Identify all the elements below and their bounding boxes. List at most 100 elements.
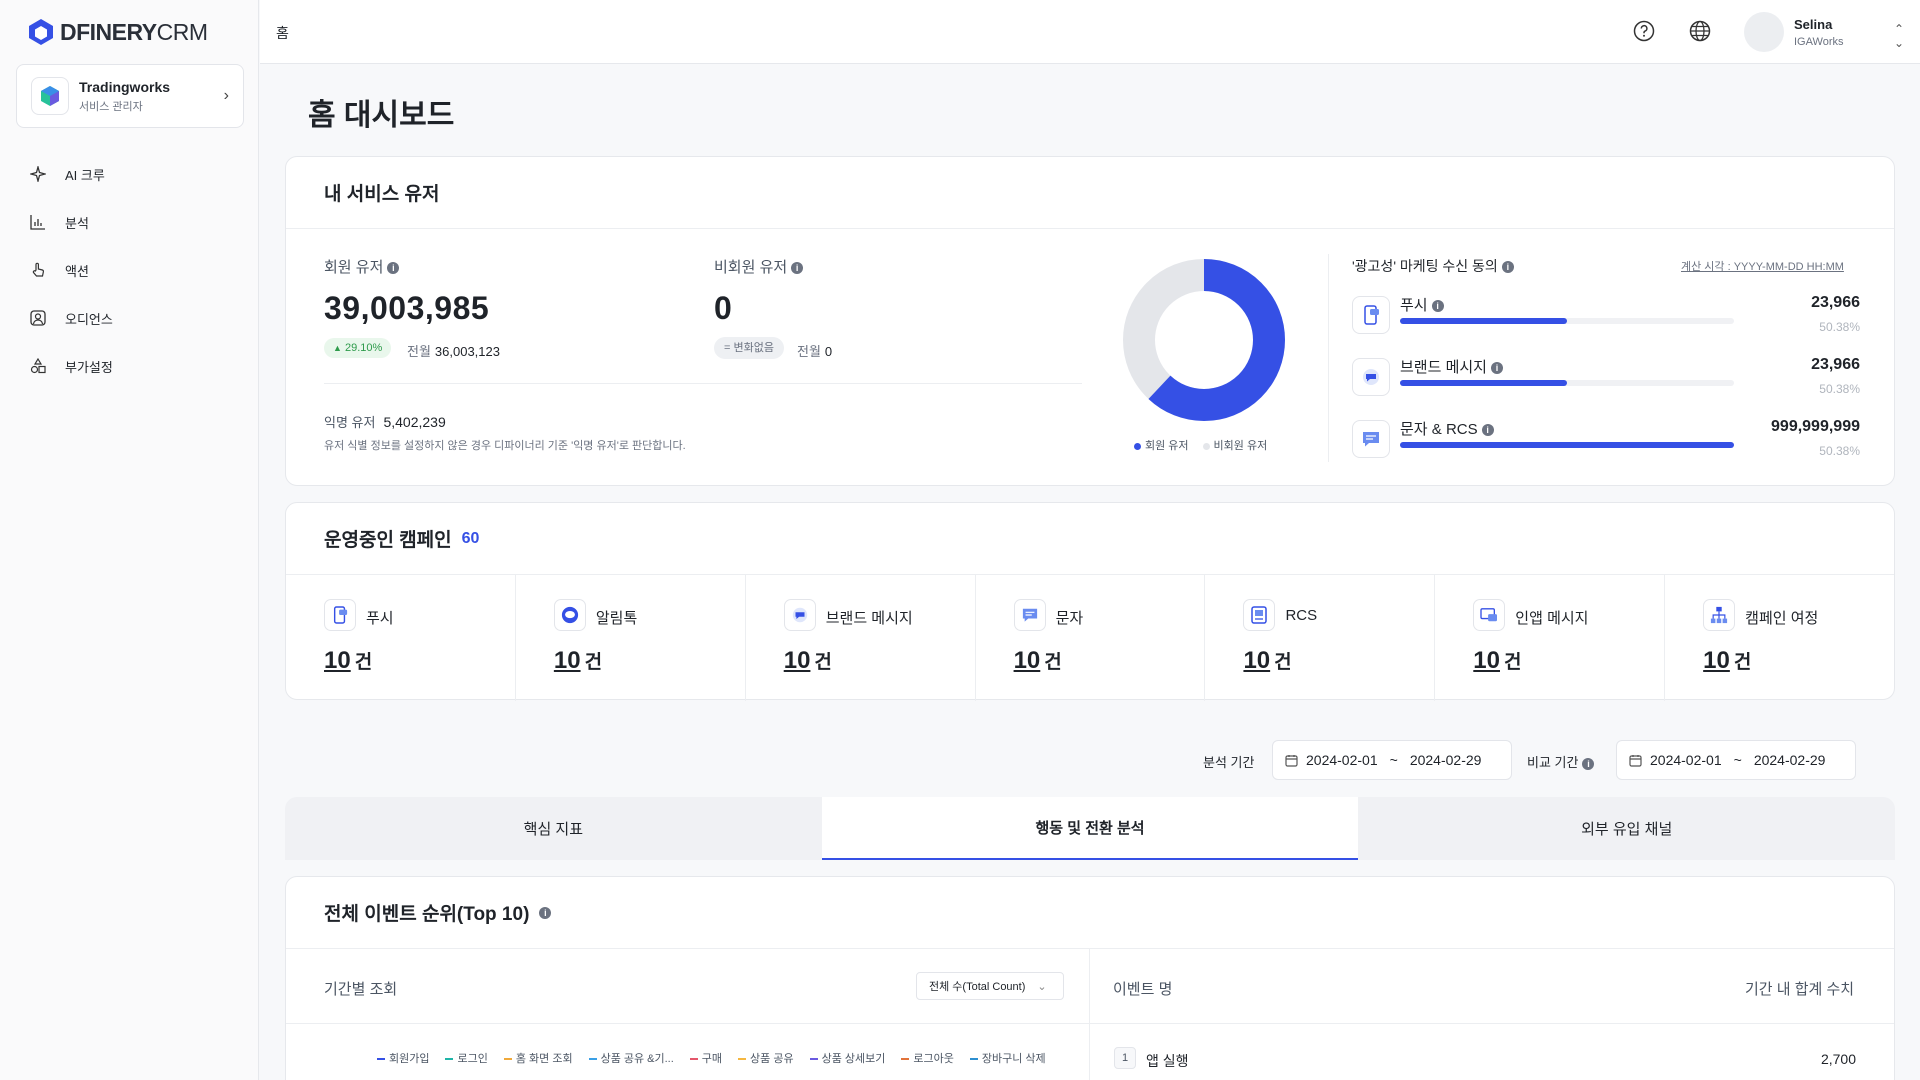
info-icon[interactable]: i [1481, 424, 1494, 437]
campaign-sms[interactable]: 문자 10 건 [976, 575, 1206, 701]
count-type-select[interactable]: 전체 수(Total Count) ⌄ [916, 972, 1064, 1000]
user-menu[interactable]: Selina IGAWorks ⌃ ⌄ [1744, 12, 1904, 52]
anonymous-users: 익명 유저 5,402,239 [324, 414, 446, 430]
donut-legend: 회원 유저 비회원 유저 [1134, 437, 1267, 453]
sparkle-icon [29, 165, 47, 183]
consent-progress-bar [1400, 380, 1734, 386]
globe-icon[interactable] [1689, 20, 1711, 42]
compare-period-picker[interactable]: 2024-02-01 ~2024-02-29 [1616, 740, 1856, 780]
legend-item[interactable]: 회원가입 [377, 1050, 429, 1066]
workspace-logo-icon [31, 77, 69, 115]
campaign-alimtalk[interactable]: 알림톡 10 건 [516, 575, 746, 701]
tab-key-metrics[interactable]: 핵심 지표 [285, 797, 822, 860]
marketing-row-brand-message: 브랜드 메시지 i 23,966 50.38% [1352, 352, 1860, 408]
user-square-icon [29, 309, 47, 327]
campaign-value[interactable]: 10 건 [784, 647, 832, 675]
campaign-journey[interactable]: 캠페인 여정 10 건 [1665, 575, 1894, 701]
legend-nonmember: 비회원 유저 [1202, 437, 1267, 453]
card-title: 운영중인 캠페인 [324, 530, 452, 551]
chevron-down-icon: ⌄ [1037, 980, 1047, 993]
campaign-value[interactable]: 10 건 [1473, 647, 1521, 675]
campaign-name: RCS [1285, 607, 1318, 624]
legend-item[interactable]: 로그아웃 [901, 1050, 954, 1066]
info-icon[interactable]: i [1501, 261, 1514, 274]
campaign-count: 60 [461, 529, 480, 547]
analysis-period-picker[interactable]: 2024-02-01 ~2024-02-29 [1272, 740, 1512, 780]
info-icon[interactable]: i [1431, 300, 1444, 313]
nonmember-users-label: 비회원 유저 i [714, 256, 804, 277]
campaign-name: 알림톡 [595, 610, 638, 627]
breadcrumb[interactable]: 홈 [276, 23, 289, 43]
shapes-icon [29, 357, 47, 375]
workspace-name: Tradingworks [79, 78, 171, 95]
campaign-value[interactable]: 10 건 [1014, 647, 1062, 675]
campaign-in-app-message[interactable]: 인앱 메시지 10 건 [1435, 575, 1666, 701]
brand-message-icon [783, 599, 816, 631]
divider [324, 383, 1082, 384]
legend-item[interactable]: 홈 화면 조회 [503, 1050, 573, 1066]
marketing-row-value: 999,999,999 [1771, 418, 1860, 435]
event-name-column: 이벤트 명 [1113, 981, 1173, 998]
sidebar-item-ai-crew[interactable]: AI 크루 [0, 150, 259, 198]
nonmember-change-badge: = 변화없음 [714, 337, 784, 359]
member-change-badge: ▲ 29.10% [324, 338, 392, 358]
logo-hexagon-icon [29, 19, 53, 45]
analysis-period-label: 분석 기간 [1203, 755, 1255, 770]
info-icon[interactable]: i [387, 262, 400, 275]
info-icon[interactable]: i [1582, 757, 1595, 770]
legend-item[interactable]: 상품 공유 &기... [588, 1050, 674, 1066]
campaign-name: 인앱 메시지 [1515, 610, 1589, 627]
campaign-rcs[interactable]: RCS 10 건 [1205, 575, 1436, 701]
tab-behavior-conversion[interactable]: 행동 및 전환 분석 [821, 797, 1359, 860]
legend-item[interactable]: 장바구니 삭제 [969, 1050, 1046, 1066]
marketing-row-name: 푸시 i [1400, 294, 1444, 315]
legend-member: 회원 유저 [1134, 437, 1189, 453]
marketing-row-name: 문자 & RCS i [1400, 418, 1494, 439]
rcs-icon [1243, 599, 1276, 631]
marketing-row-name: 브랜드 메시지 i [1400, 356, 1503, 377]
campaign-value[interactable]: 10 건 [1703, 647, 1751, 675]
top-bar: 홈 Selina IGAWorks ⌃ ⌄ [260, 0, 1920, 64]
nonmember-prev-month: 전월 0 [797, 344, 833, 359]
campaign-value[interactable]: 10 건 [324, 647, 372, 675]
marketing-row-percent: 50.38% [1819, 382, 1860, 396]
campaign-name: 브랜드 메시지 [825, 610, 913, 627]
info-icon[interactable]: i [791, 262, 804, 275]
campaign-value[interactable]: 10 건 [554, 647, 602, 675]
total-value-column: 기간 내 합계 수치 [1745, 981, 1855, 998]
legend-item[interactable]: 구매 [689, 1050, 722, 1066]
marketing-row-percent: 50.38% [1819, 320, 1860, 334]
marketing-row-value: 23,966 [1811, 356, 1860, 373]
brand-message-icon [1352, 358, 1390, 396]
campaign-push[interactable]: 푸시 10 건 [286, 575, 516, 701]
card-title: 전체 이벤트 순위(Top 10) [324, 904, 530, 925]
legend-item[interactable]: 상품 상세보기 [809, 1050, 885, 1066]
workspace-switcher[interactable]: Tradingworks 서비스 관리자 › [16, 64, 244, 128]
help-icon[interactable] [1633, 20, 1655, 42]
info-icon[interactable]: i [539, 906, 552, 919]
info-icon[interactable]: i [1490, 362, 1503, 375]
legend-item[interactable]: 로그인 [445, 1050, 488, 1066]
campaign-brand-message[interactable]: 브랜드 메시지 10 건 [746, 575, 976, 701]
user-name: Selina [1794, 16, 1833, 32]
anonymous-users-description: 유저 식별 정보를 설정하지 않은 경우 디파이너리 기준 '익명 유저'로 판… [324, 440, 686, 452]
sidebar-item-settings[interactable]: 부가설정 [0, 342, 259, 390]
alimtalk-icon [553, 599, 586, 631]
member-users-value: 39,003,985 [324, 290, 490, 326]
tab-external-channels[interactable]: 외부 유입 채널 [1358, 797, 1895, 860]
triangle-up-icon: ▲ [333, 343, 342, 353]
sidebar-item-audience[interactable]: 오디언스 [0, 294, 259, 342]
workspace-role: 서비스 관리자 [79, 100, 143, 113]
member-users-label: 회원 유저 i [324, 256, 400, 277]
sidebar-item-action[interactable]: 액션 [0, 246, 259, 294]
campaign-value[interactable]: 10 건 [1243, 647, 1291, 675]
sidebar-item-analysis[interactable]: 분석 [0, 198, 259, 246]
event-total: 2,700 [1820, 1051, 1856, 1067]
marketing-row-sms-rcs: 문자 & RCS i 999,999,999 50.38% [1352, 414, 1860, 470]
card-title: 내 서비스 유저 [286, 157, 1894, 229]
sidebar-nav: AI 크루 분석 액션 오디언스 부가설정 [0, 150, 259, 390]
legend-item[interactable]: 상품 공유 [738, 1050, 794, 1066]
marketing-row-push: 푸시 i 23,966 50.38% [1352, 290, 1860, 346]
brand-logo[interactable]: DFINERYCRM [28, 18, 208, 46]
hand-pointer-icon [29, 261, 47, 279]
